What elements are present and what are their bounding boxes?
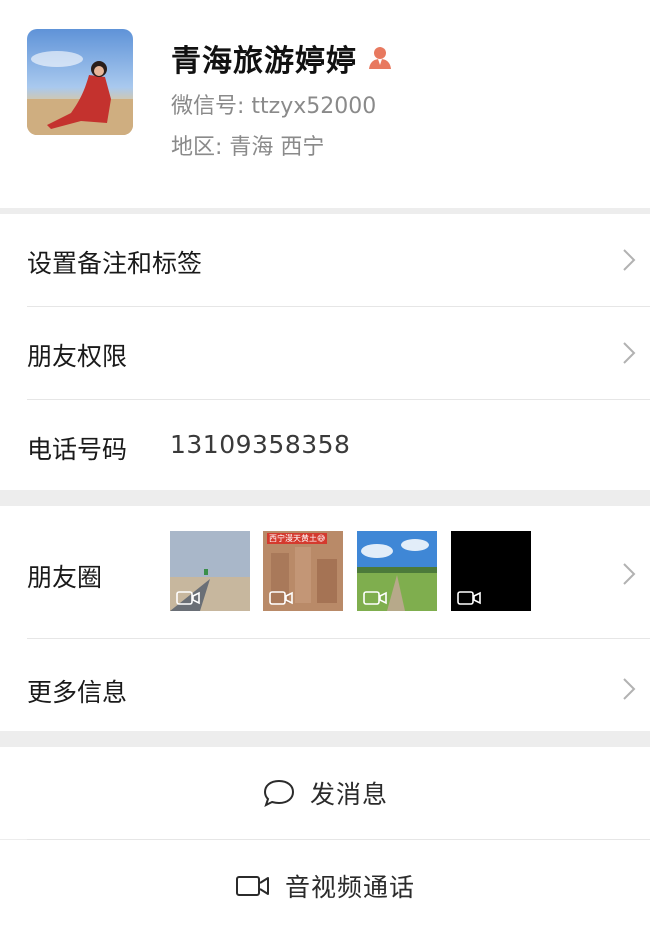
moments-thumb-black[interactable] <box>451 531 531 611</box>
chevron-right-icon <box>623 342 636 364</box>
av-call-button[interactable]: 音视频通话 <box>0 840 650 931</box>
wechat-id: 微信号: ttzyx52000 <box>171 94 377 119</box>
moments-thumb-road[interactable] <box>170 531 250 611</box>
send-message-label: 发消息 <box>309 780 388 809</box>
phone-number[interactable]: 13109358358 <box>170 430 350 459</box>
video-icon <box>269 591 293 605</box>
more-info-row[interactable]: 更多信息 <box>0 639 650 731</box>
video-icon <box>457 591 481 605</box>
chevron-right-icon <box>623 249 636 271</box>
av-call-label: 音视频通话 <box>284 872 415 902</box>
moments-thumb-grassland[interactable] <box>357 531 437 611</box>
name-row: 青海旅游婷婷 <box>171 36 393 80</box>
chevron-right-icon <box>623 678 636 700</box>
avatar[interactable] <box>27 29 133 135</box>
person-icon <box>369 47 391 69</box>
remark-tags-row[interactable]: 设置备注和标签 <box>0 214 650 306</box>
chevron-right-icon <box>623 563 636 585</box>
contact-name: 青海旅游婷婷 <box>171 44 357 79</box>
send-message-button[interactable]: 发消息 <box>0 747 650 839</box>
moments-thumb-caption: 西宁漫天黄土😅 <box>267 533 328 544</box>
permissions-label: 朋友权限 <box>27 342 128 371</box>
contact-settings-section: 设置备注和标签 朋友权限 电话号码 13109358358 <box>0 214 650 490</box>
phone-label: 电话号码 <box>27 435 128 464</box>
more-info-label: 更多信息 <box>27 678 128 707</box>
permissions-row[interactable]: 朋友权限 <box>0 307 650 399</box>
profile-header: 青海旅游婷婷 微信号: ttzyx52000 地区: 青海 西宁 <box>0 0 650 208</box>
remark-tags-label: 设置备注和标签 <box>27 249 203 278</box>
chat-bubble-icon <box>263 779 294 807</box>
video-icon <box>363 591 387 605</box>
region: 地区: 青海 西宁 <box>171 135 325 160</box>
phone-row[interactable]: 电话号码 13109358358 <box>0 400 650 492</box>
moments-label: 朋友圈 <box>27 563 103 592</box>
moments-thumb-dust[interactable]: 西宁漫天黄土😅 <box>263 531 343 611</box>
video-call-icon <box>235 875 269 896</box>
video-icon <box>176 591 200 605</box>
